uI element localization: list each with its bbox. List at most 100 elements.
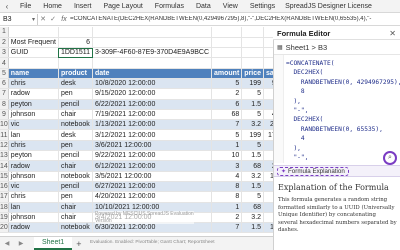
formula-input[interactable]: =CONCATENATE(DEC2HEX(RANDBETWEEN(0,42949… — [70, 16, 400, 22]
cell[interactable]: chris — [8, 191, 59, 203]
cell[interactable]: 10/8/2020 12:00:00 — [92, 78, 213, 90]
cell[interactable]: GUID — [8, 47, 59, 59]
cell[interactable]: 204 — [263, 160, 273, 172]
row-header[interactable]: 7 — [0, 88, 9, 100]
cell[interactable] — [241, 47, 265, 59]
cell[interactable]: peyton — [8, 150, 59, 162]
cell[interactable]: 8 — [211, 191, 243, 203]
cell[interactable]: radow — [8, 160, 59, 172]
cell[interactable] — [211, 37, 243, 49]
cell[interactable]: 4 — [211, 171, 243, 182]
cell[interactable]: chair — [58, 109, 94, 121]
row-header[interactable]: 10 — [0, 119, 9, 131]
menu-item-license[interactable]: SpreadJS Designer License — [281, 3, 378, 10]
menu-item-formulas[interactable]: Formulas — [149, 3, 190, 10]
cell[interactable]: 1.5 — [241, 181, 265, 193]
cell[interactable]: 1791 — [263, 129, 273, 141]
cell[interactable]: 12.8 — [263, 171, 273, 182]
cell[interactable]: 1.5 — [241, 222, 265, 234]
cell[interactable]: 6.4 — [263, 212, 273, 224]
next-sheet-icon[interactable]: ▶ — [14, 240, 28, 247]
menu-item-home[interactable]: Home — [37, 3, 68, 10]
cell[interactable]: 68 — [211, 109, 243, 121]
cell[interactable]: 22.4 — [263, 119, 273, 131]
cell[interactable]: sales — [263, 68, 273, 79]
row-header[interactable]: 16 — [0, 181, 9, 193]
cell[interactable]: chair — [58, 212, 94, 224]
cell[interactable]: date — [92, 68, 213, 79]
spreadsheet-grid[interactable]: 1 2 Most Frequent 6 3 GUID 1DD1511 3-309F-4F60-… — [0, 27, 273, 236]
cell[interactable]: 10 — [211, 150, 243, 162]
row-header[interactable]: 20 — [0, 222, 9, 234]
cell[interactable]: 6/27/2021 12:00:00 — [92, 181, 213, 193]
cell[interactable]: 6/30/2021 12:00:00 — [92, 222, 213, 234]
cell[interactable]: radow — [8, 222, 59, 234]
menu-item-page-layout[interactable]: Page Layout — [97, 3, 148, 10]
cell[interactable]: 6 — [58, 37, 94, 49]
row-header[interactable]: 6 — [0, 78, 9, 90]
cell[interactable]: 68 — [263, 202, 273, 213]
cell[interactable]: 7 — [211, 119, 243, 131]
cell[interactable] — [263, 27, 273, 38]
cell[interactable]: 68 — [241, 202, 265, 213]
cell[interactable]: 9/15/2020 12:00:00 — [92, 88, 213, 100]
cell[interactable]: 3/6/2021 12:00:00 — [92, 140, 213, 152]
cell[interactable]: 199 — [241, 129, 265, 141]
cell[interactable]: chris — [8, 78, 59, 90]
cell[interactable]: notebook — [58, 171, 94, 182]
back-icon[interactable]: ‹ — [0, 2, 14, 11]
formula-explanation-tab[interactable]: ✦ Formula Explanation — [277, 166, 349, 176]
row-header[interactable]: 5 — [0, 68, 9, 79]
cell[interactable]: 3.2 — [241, 119, 265, 131]
cell[interactable]: 3.2 — [241, 212, 265, 224]
row-header[interactable]: 12 — [0, 140, 9, 152]
cell[interactable]: price — [241, 68, 265, 79]
cell[interactable]: chair — [58, 202, 94, 213]
row-header[interactable]: 1 — [0, 27, 9, 38]
cell[interactable]: 2 — [211, 88, 243, 100]
cell[interactable]: 1 — [211, 140, 243, 152]
cell[interactable]: 7/19/2021 12:00:00 — [92, 109, 213, 121]
cell[interactable] — [211, 57, 243, 69]
sheet-tab[interactable]: Sheet1 — [34, 237, 73, 250]
cell[interactable]: 10 — [263, 88, 273, 100]
cell[interactable]: 9/22/2021 12:00:00 — [92, 150, 213, 162]
cell[interactable]: 5 — [241, 140, 265, 152]
formula-code[interactable]: =CONCATENATE( DEC2HEX( RANDBETWEEN(0, 42… — [286, 59, 400, 162]
cell[interactable]: peyton — [8, 99, 59, 110]
menu-item-settings[interactable]: Settings — [244, 3, 281, 10]
cell[interactable]: 2 — [211, 212, 243, 224]
cell[interactable]: amount — [211, 68, 243, 79]
name-box[interactable]: B3 ▾ — [0, 13, 38, 25]
cell[interactable]: notebook — [58, 119, 94, 131]
cell[interactable] — [8, 57, 59, 69]
cell[interactable] — [8, 27, 59, 38]
cell[interactable] — [241, 37, 265, 49]
cell[interactable]: 4/20/2021 12:00:00 — [92, 191, 213, 203]
row-header[interactable]: 4 — [0, 57, 9, 69]
cell[interactable]: 995 — [263, 78, 273, 90]
cell[interactable]: product — [58, 68, 94, 79]
cell[interactable]: desk — [58, 78, 94, 90]
cell[interactable]: 5 — [211, 129, 243, 141]
cell[interactable] — [263, 47, 273, 59]
cell[interactable]: 15 — [263, 150, 273, 162]
cell[interactable] — [263, 57, 273, 69]
cell[interactable]: 5 — [211, 78, 243, 90]
cell[interactable]: johnson — [8, 171, 59, 182]
cell[interactable]: 476 — [263, 109, 273, 121]
cell[interactable] — [211, 47, 243, 59]
chevron-down-icon[interactable]: ▾ — [32, 16, 35, 23]
row-header[interactable]: 17 — [0, 191, 9, 203]
row-header[interactable]: 2 — [0, 37, 9, 49]
cell[interactable]: 8 — [211, 181, 243, 193]
menu-item-file[interactable]: File — [14, 3, 37, 10]
menu-item-insert[interactable]: Insert — [68, 3, 98, 10]
cell[interactable]: 3.2 — [241, 171, 265, 182]
cell[interactable]: johnson — [8, 212, 59, 224]
zoom-icon[interactable]: ⌕ — [383, 151, 397, 165]
cell[interactable] — [241, 57, 265, 69]
row-header[interactable]: 18 — [0, 202, 9, 213]
cell[interactable]: 5 — [241, 109, 265, 121]
cell[interactable]: 12 — [263, 181, 273, 193]
